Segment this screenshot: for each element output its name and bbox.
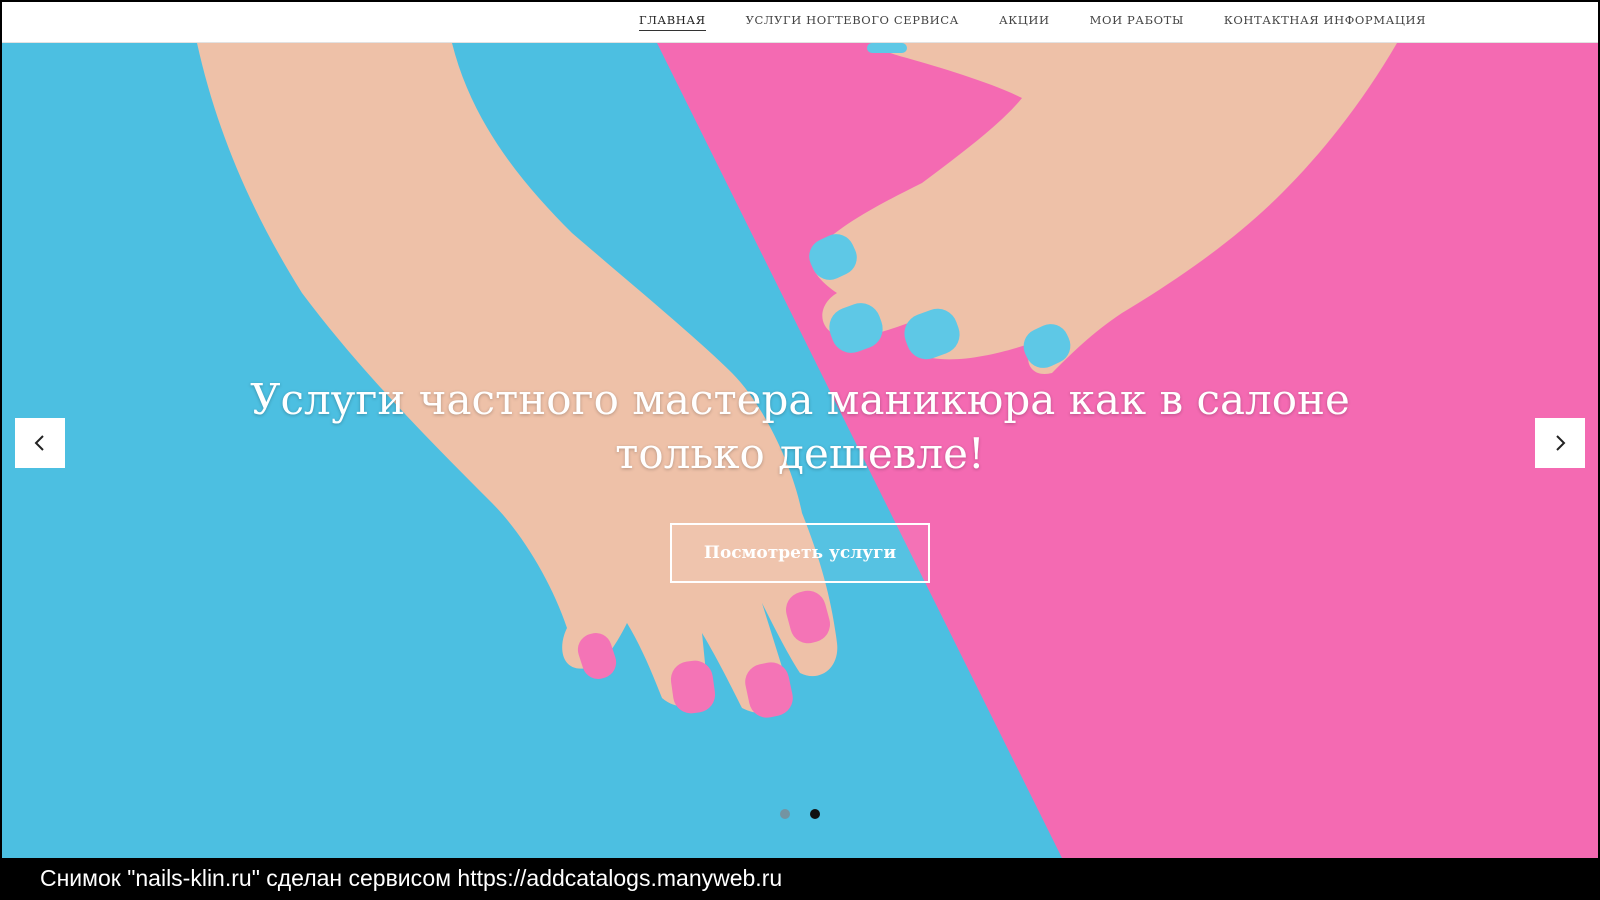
slider-pagination — [780, 809, 820, 819]
screenshot-caption-bar: Снимок "nails-klin.ru" сделан сервисом h… — [0, 858, 1600, 900]
hero-slider: Услуги частного мастера маникюра как в с… — [2, 43, 1598, 858]
nav-item-promotions[interactable]: Акции — [999, 13, 1050, 31]
view-services-button[interactable]: Посмотреть услуги — [670, 523, 930, 583]
nav-item-services[interactable]: Услуги ногтевого сервиса — [746, 13, 959, 31]
hero-headline-line-1: Услуги частного мастера маникюра как в с… — [250, 375, 1350, 424]
slider-prev-button[interactable] — [15, 418, 65, 468]
nav-item-contacts[interactable]: Контактная информация — [1224, 13, 1426, 31]
nav-item-home[interactable]: Главная — [639, 13, 706, 31]
slider-dot-2[interactable] — [810, 809, 820, 819]
chevron-right-icon — [1556, 435, 1566, 451]
nav-menu: Главная Услуги ногтевого сервиса Акции М… — [639, 2, 1426, 42]
nav-item-my-works[interactable]: Мои работы — [1090, 13, 1184, 31]
browser-viewport: Главная Услуги ногтевого сервиса Акции М… — [2, 2, 1598, 858]
screenshot-caption: Снимок "nails-klin.ru" сделан сервисом h… — [40, 865, 783, 891]
top-navigation: Главная Услуги ногтевого сервиса Акции М… — [2, 2, 1598, 43]
slider-dot-1[interactable] — [780, 809, 790, 819]
hero-headline-line-2: только дешевле! — [615, 429, 985, 478]
slider-next-button[interactable] — [1535, 418, 1585, 468]
chevron-left-icon — [34, 435, 44, 451]
hero-headline: Услуги частного мастера маникюра как в с… — [2, 373, 1598, 481]
